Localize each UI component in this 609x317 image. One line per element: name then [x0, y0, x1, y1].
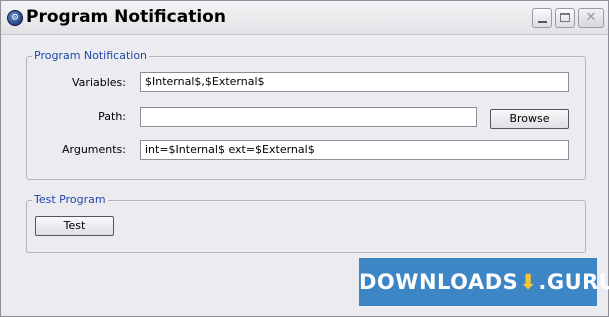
arguments-field[interactable]: int=$Internal$ ext=$External$: [140, 140, 569, 160]
title-bar[interactable]: ⚙ Program Notification ✕: [1, 1, 608, 35]
window-title: Program Notification: [26, 7, 226, 27]
maximize-button[interactable]: [555, 8, 575, 28]
close-button[interactable]: ✕: [578, 8, 604, 28]
path-label: Path:: [98, 110, 126, 123]
program-notification-window: ⚙ Program Notification ✕ Program Notific…: [0, 0, 609, 317]
maximize-icon: [560, 13, 570, 22]
test-program-group-label: Test Program: [32, 193, 108, 206]
watermark-text-left: DOWNLOADS: [359, 270, 519, 294]
program-notification-group-label: Program Notification: [32, 49, 150, 62]
app-icon: ⚙: [7, 10, 23, 26]
variables-field[interactable]: $Internal$,$External$: [140, 72, 569, 92]
minimize-button[interactable]: [532, 8, 552, 28]
download-arrow-icon: ⬇: [519, 270, 538, 294]
variables-label: Variables:: [72, 76, 126, 89]
test-button[interactable]: Test: [35, 216, 114, 236]
downloads-guru-watermark: DOWNLOADS⬇.GURU: [359, 258, 609, 306]
watermark-text-right: .GURU: [538, 270, 609, 294]
browse-button[interactable]: Browse: [490, 109, 569, 129]
close-icon: ✕: [585, 10, 597, 25]
minimize-icon: [538, 21, 547, 23]
arguments-label: Arguments:: [61, 143, 126, 156]
path-field[interactable]: [140, 107, 477, 127]
